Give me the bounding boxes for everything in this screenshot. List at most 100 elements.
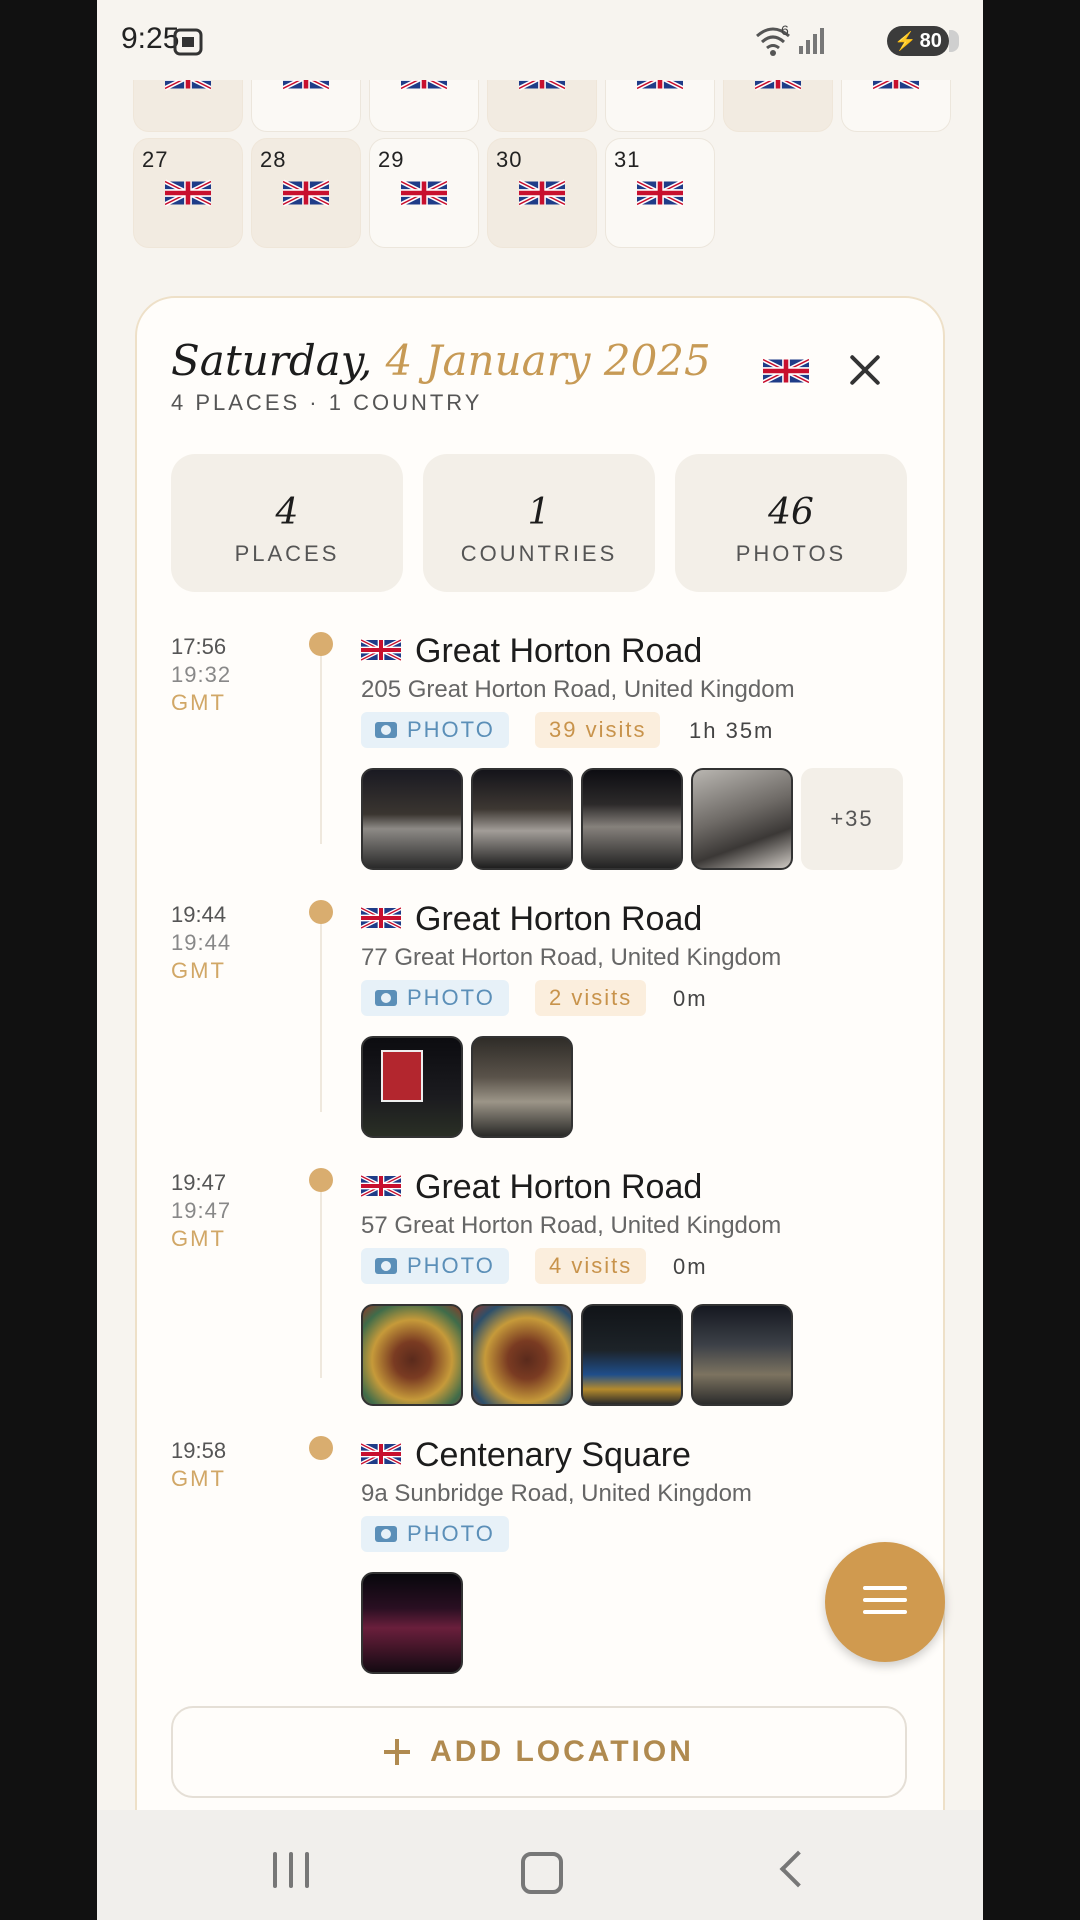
camera-icon [375,1526,397,1542]
entry-name-text: Great Horton Road [415,1168,703,1206]
calendar-day-cell[interactable]: 30 [487,138,597,248]
entry-duration: 1h 35m [689,718,775,743]
calendar-day-number: 27 [142,147,169,172]
photo-thumbnail[interactable] [361,1036,463,1138]
calendar-day-number: 30 [496,147,523,172]
entry-name-text: Great Horton Road [415,632,703,670]
calendar-day-cell[interactable]: 28 [251,138,361,248]
entry-place-name: Great Horton Road [361,1168,702,1207]
battery-level: 80 [919,29,942,52]
photo-chip[interactable]: PHOTO [361,712,509,748]
wifi-badge: 6 [781,22,789,38]
stat-label: PHOTOS [735,541,847,566]
visits-chip: 2 visits [535,980,647,1016]
calendar-day-cell[interactable]: 31 [605,138,715,248]
entry-duration: 0m [673,986,708,1011]
photo-chip-label: PHOTO [407,717,495,742]
system-nav-bar [97,1810,983,1920]
more-photos-button[interactable]: +35 [801,768,903,870]
photo-thumbnail[interactable] [471,768,573,870]
photo-thumbnail[interactable] [691,768,793,870]
screenshot-icon [173,28,203,56]
entry-duration: 0m [673,1254,708,1279]
visits-chip: 4 visits [535,1248,647,1284]
photo-thumbnail[interactable] [471,1036,573,1138]
entry-time-start: 19:44 [171,902,227,927]
entry-address: 205 Great Horton Road, United Kingdom [361,676,795,703]
photo-chip[interactable]: PHOTO [361,1516,509,1552]
signal-icon [799,28,824,54]
stat-photos: 46 PHOTOS [675,454,907,592]
calendar-day-number: 28 [260,147,287,172]
stat-value: 1 [527,492,551,533]
calendar-day-cell[interactable]: 27 [133,138,243,248]
photo-thumbnail[interactable] [581,768,683,870]
status-bar: 9:25 6 ⚡ 80 [97,0,983,80]
uk-flag-icon [283,179,329,207]
wifi-icon [756,27,790,56]
day-title: Saturday, 4 January 2025 [171,336,711,385]
uk-flag-icon [401,179,447,207]
camera-icon [375,1258,397,1274]
stat-label: PLACES [234,541,340,566]
photo-thumbnail[interactable] [361,1304,463,1406]
calendar-day-cell[interactable]: 29 [369,138,479,248]
entry-time-start: 17:56 [171,634,227,659]
timeline-line [320,1178,322,1378]
stat-label: COUNTRIES [460,541,618,566]
photo-chip[interactable]: PHOTO [361,980,509,1016]
bolt-icon: ⚡ [894,30,917,51]
camera-icon [375,722,397,738]
entry-address: 77 Great Horton Road, United Kingdom [361,944,782,971]
photo-chip-label: PHOTO [407,1253,495,1278]
photo-thumbnail[interactable] [361,1572,463,1674]
stat-value: 4 [275,492,299,533]
entry-address: 57 Great Horton Road, United Kingdom [361,1212,782,1239]
timeline-dot [309,1168,333,1192]
entry-address: 9a Sunbridge Road, United Kingdom [361,1480,752,1507]
entry-time-end: 19:32 [171,662,232,687]
plus-icon [384,1739,411,1765]
uk-flag-icon [361,1441,401,1467]
photo-thumbnail[interactable] [581,1304,683,1406]
day-subtitle: 4 PLACES · 1 COUNTRY [171,390,483,415]
photo-thumbnail[interactable] [471,1304,573,1406]
photo-thumbnail[interactable] [361,768,463,870]
calendar-day-number: 29 [378,147,405,172]
entry-name-text: Great Horton Road [415,900,703,938]
timeline-dot [309,900,333,924]
photo-thumbnail[interactable] [691,1304,793,1406]
uk-flag-icon [763,356,809,386]
add-location-label: ADD LOCATION [430,1735,694,1768]
home-button[interactable] [521,1852,563,1894]
photo-chip-label: PHOTO [407,985,495,1010]
timeline-dot [309,632,333,656]
timeline-dot [309,1436,333,1460]
stat-places: 4 PLACES [171,454,403,592]
entry-time-end: 19:47 [171,1198,232,1223]
day-detail-card: Saturday, 4 January 2025 4 PLACES · 1 CO… [135,296,945,1920]
camera-icon [375,990,397,1006]
day-weekday: Saturday, [171,336,373,385]
visits-chip: 39 visits [535,712,661,748]
day-date: 4 January 2025 [385,336,711,385]
entry-place-name: Centenary Square [361,1436,691,1475]
entry-place-name: Great Horton Road [361,632,702,671]
entry-time-start: 19:47 [171,1170,227,1195]
uk-flag-icon [637,179,683,207]
menu-icon [863,1586,907,1622]
close-button[interactable] [845,350,885,390]
entry-timezone: GMT [171,958,226,983]
timeline-line [320,912,322,1112]
photo-chip[interactable]: PHOTO [361,1248,509,1284]
phone-screen: 9:25 6 ⚡ 80 27 28 29 30 31 Saturday, 4 Janua… [97,0,983,1920]
entry-time-end: 19:44 [171,930,232,955]
add-location-button[interactable]: ADD LOCATION [171,1706,907,1798]
recents-button[interactable] [273,1852,313,1888]
back-button[interactable] [779,1850,817,1888]
entry-timezone: GMT [171,1226,226,1251]
menu-fab-button[interactable] [825,1542,945,1662]
calendar-day-number: 31 [614,147,641,172]
entry-time-start: 19:58 [171,1438,227,1463]
battery-indicator: ⚡ 80 [887,26,959,56]
